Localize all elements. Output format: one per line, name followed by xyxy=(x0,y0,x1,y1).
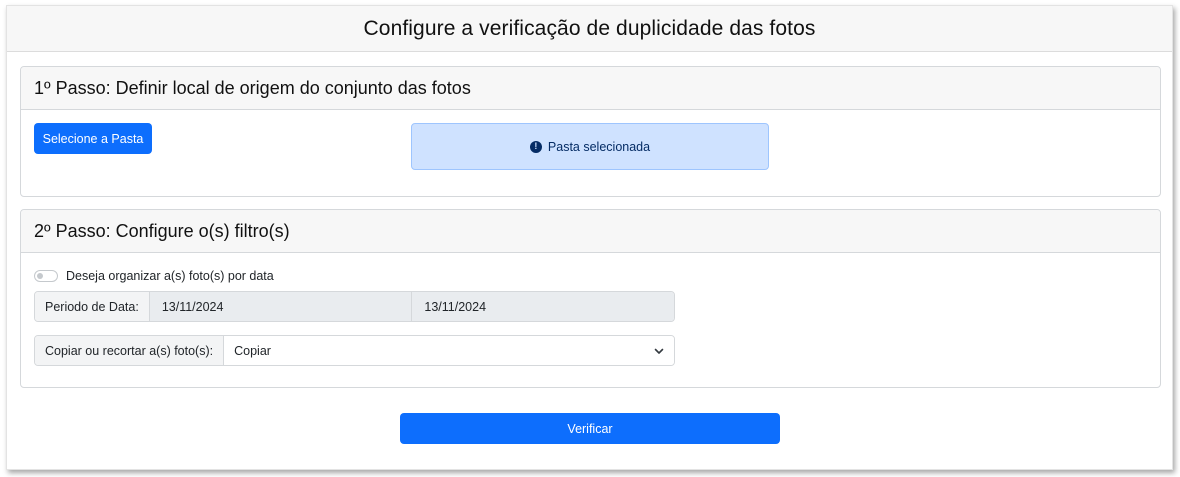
page-title: Configure a verificação de duplicidade d… xyxy=(363,16,816,40)
folder-selected-text: Pasta selecionada xyxy=(547,139,651,154)
step2-title: 2º Passo: Configure o(s) filtro(s) xyxy=(34,220,290,241)
copy-cut-selected-value: Copiar xyxy=(234,343,271,358)
date-start-input[interactable] xyxy=(149,292,413,321)
organize-by-date-row: Deseja organizar a(s) foto(s) por data xyxy=(34,269,274,283)
folder-selected-alert: ! Pasta selecionada xyxy=(411,123,769,170)
organize-by-date-toggle[interactable] xyxy=(34,270,58,282)
step1-title: 1º Passo: Definir local de origem do con… xyxy=(34,77,471,98)
step1-card: 1º Passo: Definir local de origem do con… xyxy=(20,66,1161,197)
exclamation-circle-icon: ! xyxy=(529,140,542,153)
verify-button[interactable]: Verificar xyxy=(400,413,780,444)
step2-card: 2º Passo: Configure o(s) filtro(s) Desej… xyxy=(20,209,1161,388)
step1-card-header: 1º Passo: Definir local de origem do con… xyxy=(21,67,1160,110)
window-header: Configure a verificação de duplicidade d… xyxy=(7,6,1172,52)
date-end-input[interactable] xyxy=(412,292,674,321)
copy-cut-select[interactable]: Copiar xyxy=(224,336,674,365)
select-folder-button[interactable]: Selecione a Pasta xyxy=(34,123,152,154)
copy-cut-group: Copiar ou recortar a(s) foto(s): Copiar xyxy=(34,335,675,366)
chevron-down-icon xyxy=(654,348,664,354)
date-period-group: Periodo de Data: xyxy=(34,291,675,322)
copy-cut-label: Copiar ou recortar a(s) foto(s): xyxy=(35,336,225,365)
step2-card-header: 2º Passo: Configure o(s) filtro(s) xyxy=(21,210,1160,253)
date-period-label: Periodo de Data: xyxy=(35,292,150,321)
toggle-knob xyxy=(37,273,43,279)
app-window: Configure a verificação de duplicidade d… xyxy=(6,5,1173,470)
organize-by-date-label: Deseja organizar a(s) foto(s) por data xyxy=(66,269,274,283)
